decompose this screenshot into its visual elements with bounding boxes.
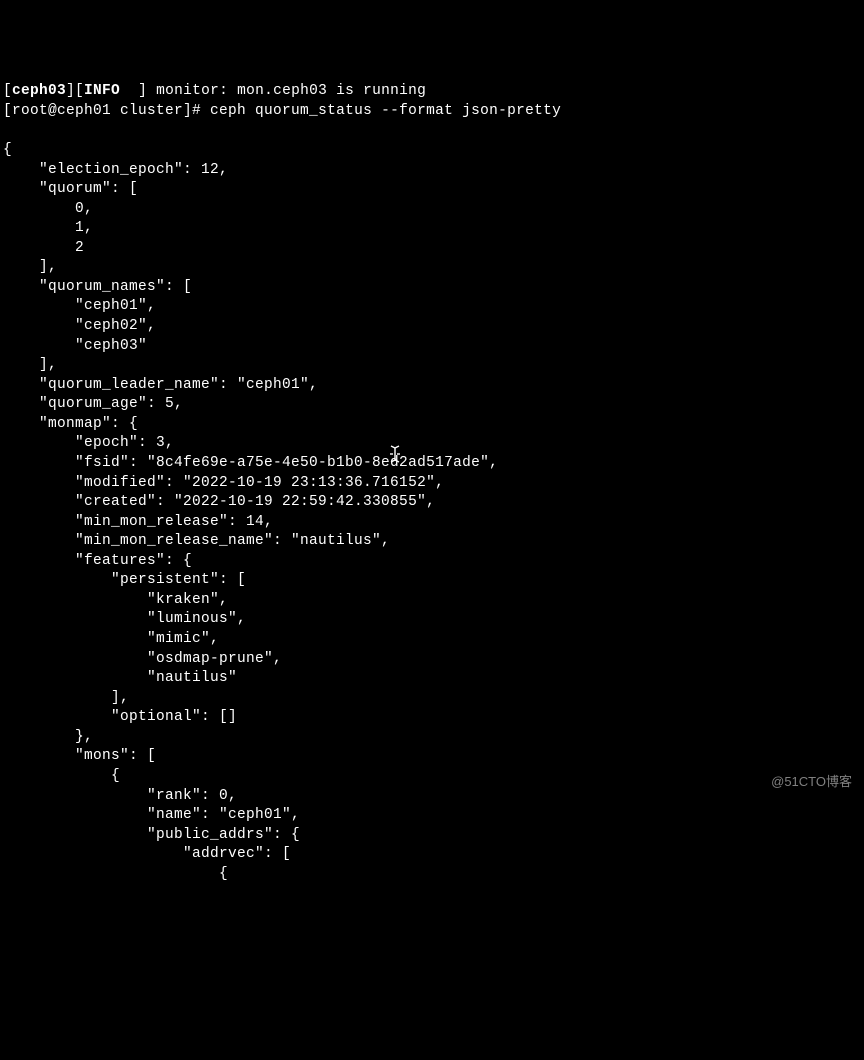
json-line: "election_epoch": 12,: [3, 162, 228, 178]
json-line: "quorum": [: [3, 181, 138, 197]
json-line: "min_mon_release": 14,: [3, 514, 273, 530]
json-line: "nautilus": [3, 670, 237, 686]
json-line: "name": "ceph01",: [3, 807, 300, 823]
json-line: "fsid": "8c4fe69e-a75e-4e50-b1b0-8ed2ad5…: [3, 455, 498, 471]
json-line: "quorum_leader_name": "ceph01",: [3, 377, 318, 393]
host-label: ceph03: [12, 83, 66, 99]
json-line: "epoch": 3,: [3, 435, 174, 451]
json-line: "min_mon_release_name": "nautilus",: [3, 533, 390, 549]
json-line: "quorum_age": 5,: [3, 396, 183, 412]
command-text: ceph quorum_status --format json-pretty: [210, 103, 561, 119]
json-line: "public_addrs": {: [3, 827, 300, 843]
json-line: "quorum_names": [: [3, 279, 192, 295]
json-line: "mimic",: [3, 631, 219, 647]
shell-prompt: [root@ceph01 cluster]#: [3, 103, 210, 119]
json-line: "optional": []: [3, 709, 237, 725]
log-level: INFO: [84, 83, 120, 99]
header-line-1: [ceph03][INFO ] monitor: mon.ceph03 is r…: [3, 83, 426, 99]
json-line: "ceph01",: [3, 298, 156, 314]
json-line: 0,: [3, 201, 93, 217]
json-line: {: [3, 142, 12, 158]
json-line: 2: [3, 240, 84, 256]
json-line: {: [3, 768, 120, 784]
json-line: "ceph03": [3, 338, 147, 354]
json-line: "mons": [: [3, 748, 156, 764]
json-line: ],: [3, 690, 129, 706]
json-line: 1,: [3, 220, 93, 236]
json-line: "kraken",: [3, 592, 228, 608]
terminal-output[interactable]: [ceph03][INFO ] monitor: mon.ceph03 is r…: [3, 82, 861, 884]
prompt-line: [root@ceph01 cluster]# ceph quorum_statu…: [3, 103, 561, 119]
json-line: },: [3, 729, 93, 745]
json-line: "osdmap-prune",: [3, 651, 282, 667]
json-line: "rank": 0,: [3, 788, 237, 804]
json-line: "persistent": [: [3, 572, 246, 588]
json-line: "features": {: [3, 553, 192, 569]
json-line: ],: [3, 259, 57, 275]
json-line: "luminous",: [3, 611, 246, 627]
json-line: "monmap": {: [3, 416, 138, 432]
watermark-text: @51CTO博客: [771, 773, 852, 791]
json-line: ],: [3, 357, 57, 373]
json-line: "created": "2022-10-19 22:59:42.330855",: [3, 494, 435, 510]
json-line: "modified": "2022-10-19 23:13:36.716152"…: [3, 475, 444, 491]
json-line: "ceph02",: [3, 318, 156, 334]
json-line: {: [3, 866, 228, 882]
json-line: "addrvec": [: [3, 846, 291, 862]
